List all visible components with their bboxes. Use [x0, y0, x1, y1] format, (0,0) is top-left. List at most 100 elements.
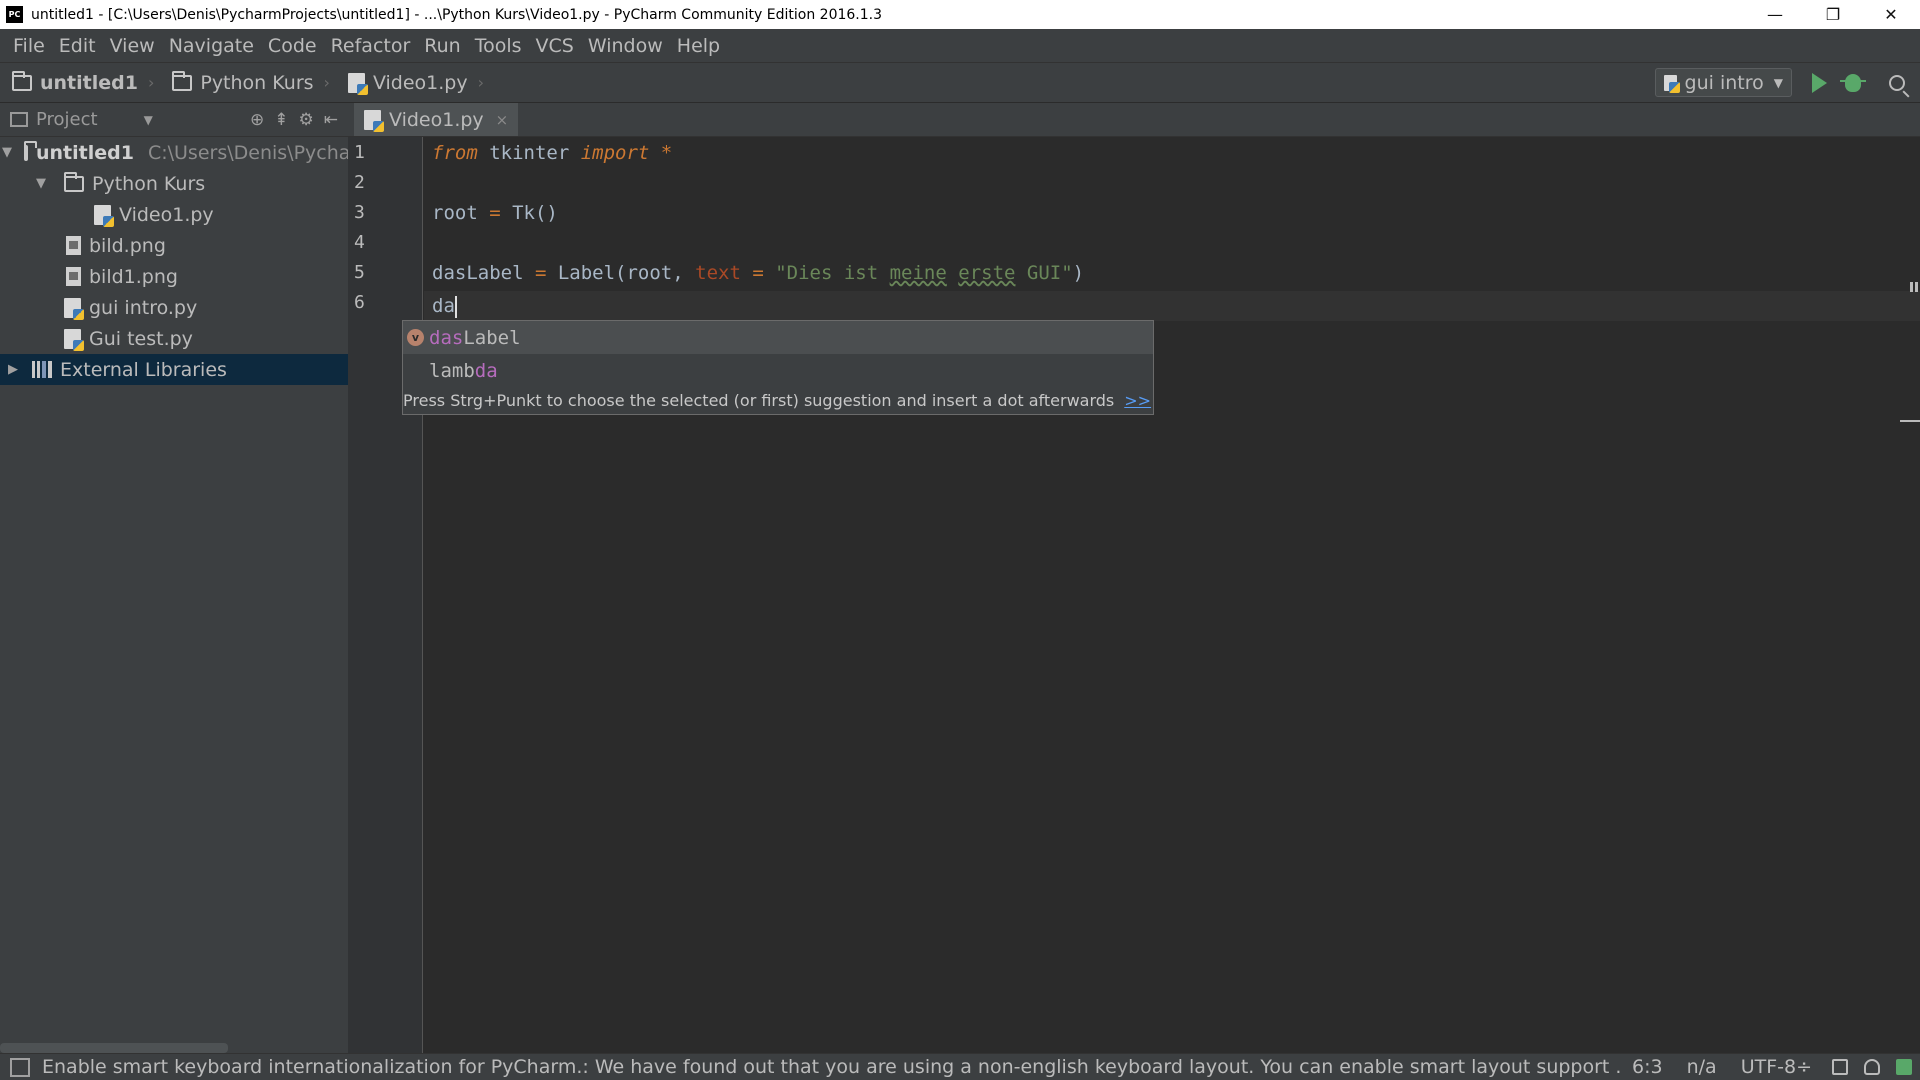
- gear-icon[interactable]: ⚙: [299, 110, 314, 130]
- tree-item-bild1[interactable]: bild1.png: [0, 261, 348, 292]
- line-number: 6: [354, 292, 365, 313]
- project-panel-header: Project ▼ ⊕ ⇞ ⚙ ⇤: [0, 103, 348, 137]
- tree-item-untitled1[interactable]: ▼ untitled1 C:\Users\Denis\PycharmProjec…: [0, 137, 348, 168]
- menu-navigate[interactable]: Navigate: [162, 35, 261, 57]
- project-tool-window: Project ▼ ⊕ ⇞ ⚙ ⇤ ▼ untitled1 C:\Users\D…: [0, 103, 348, 1053]
- menu-code[interactable]: Code: [261, 35, 324, 57]
- status-message[interactable]: Enable smart keyboard internationalizati…: [42, 1056, 1620, 1078]
- expanded-arrow-icon[interactable]: ▼: [2, 145, 12, 160]
- close-window-button[interactable]: ✕: [1862, 0, 1920, 29]
- tab-video1[interactable]: Video1.py ×: [354, 103, 519, 136]
- caret-position[interactable]: 6:3: [1620, 1056, 1675, 1078]
- status-bar: Enable smart keyboard internationalizati…: [0, 1053, 1920, 1080]
- collapse-all-icon[interactable]: ⇞: [274, 110, 288, 130]
- pycharm-logo-icon: PC: [6, 6, 23, 23]
- project-view-icon: [10, 112, 28, 127]
- tree-item-bild[interactable]: bild.png: [0, 230, 348, 261]
- line-number: 4: [354, 232, 365, 253]
- window-title: untitled1 - [C:\Users\Denis\PycharmProje…: [31, 6, 883, 23]
- search-everywhere-button[interactable]: [1882, 68, 1912, 98]
- title-bar: PC untitled1 - [C:\Users\Denis\PycharmPr…: [0, 0, 1920, 29]
- chevron-right-icon: ›: [477, 73, 485, 92]
- completion-item-daslabel[interactable]: v das Label: [403, 321, 1153, 354]
- line-number: 1: [354, 142, 365, 163]
- menu-edit[interactable]: Edit: [52, 35, 103, 57]
- completion-more-link[interactable]: >>: [1124, 391, 1151, 410]
- tree-item-label: untitled1: [36, 141, 134, 164]
- python-file-icon: [1663, 74, 1680, 93]
- line-number: 3: [354, 202, 365, 223]
- current-line-highlight: [424, 291, 1920, 321]
- run-configuration-dropdown[interactable]: gui intro ▼: [1654, 68, 1792, 97]
- lock-icon[interactable]: [1832, 1059, 1848, 1075]
- completion-item-lambda[interactable]: lamb da: [403, 354, 1153, 387]
- menu-view[interactable]: View: [103, 35, 162, 57]
- folder-icon: [12, 70, 32, 91]
- locate-file-icon[interactable]: ⊕: [250, 110, 264, 130]
- menu-tools[interactable]: Tools: [468, 35, 529, 57]
- menu-help[interactable]: Help: [670, 35, 727, 57]
- breadcrumb-project[interactable]: untitled1 ›: [0, 70, 160, 94]
- menu-vcs[interactable]: VCS: [529, 35, 581, 57]
- menu-refactor[interactable]: Refactor: [324, 35, 418, 57]
- close-tab-icon[interactable]: ×: [496, 111, 509, 129]
- chevron-down-icon[interactable]: ▼: [144, 113, 153, 127]
- event-log-icon[interactable]: [1896, 1059, 1912, 1075]
- tree-item-python-kurs[interactable]: ▼ Python Kurs: [0, 168, 348, 199]
- breadcrumb-folder[interactable]: Python Kurs ›: [160, 70, 336, 94]
- menu-run[interactable]: Run: [417, 35, 467, 57]
- run-icon: [1811, 72, 1827, 93]
- code-editor[interactable]: 1 2 3 4 5 6 from tkinter import * root =…: [348, 137, 1920, 1053]
- debug-button[interactable]: [1838, 68, 1868, 98]
- file-encoding[interactable]: UTF-8÷: [1729, 1056, 1824, 1078]
- tree-item-label: bild.png: [89, 234, 166, 257]
- tree-item-label: bild1.png: [89, 265, 178, 288]
- tree-item-label: Gui test.py: [89, 327, 193, 350]
- image-file-icon: [66, 236, 81, 255]
- hide-panel-icon[interactable]: ⇤: [324, 110, 338, 130]
- tree-item-video1[interactable]: Video1.py: [0, 199, 348, 230]
- run-button[interactable]: [1804, 68, 1834, 98]
- breadcrumb-file[interactable]: Video1.py ›: [336, 72, 490, 95]
- tree-item-gui-intro[interactable]: gui intro.py: [0, 292, 348, 323]
- project-view-selector[interactable]: Project: [36, 109, 98, 130]
- hector-inspection-icon[interactable]: [1864, 1059, 1880, 1075]
- variable-icon: v: [407, 329, 424, 346]
- restore-button[interactable]: ❐: [1804, 0, 1862, 29]
- horizontal-scrollbar[interactable]: [0, 1043, 228, 1053]
- tool-windows-toggle-icon[interactable]: [10, 1057, 30, 1077]
- code-line-3[interactable]: root = Tk(): [432, 198, 558, 228]
- code-line-5[interactable]: dasLabel = Label(root, text = "Dies ist …: [432, 258, 1084, 288]
- line-number-gutter: 1 2 3 4 5 6: [348, 137, 423, 1053]
- search-icon: [1889, 74, 1905, 91]
- code-line-1[interactable]: from tkinter import *: [432, 138, 672, 168]
- line-number: 5: [354, 262, 365, 283]
- minimize-button[interactable]: —: [1746, 0, 1804, 29]
- tree-item-gui-test[interactable]: Gui test.py: [0, 323, 348, 354]
- image-file-icon: [66, 267, 81, 286]
- completion-hint-text: Press Strg+Punkt to choose the selected …: [403, 391, 1115, 410]
- menu-file[interactable]: File: [6, 35, 52, 57]
- code-completion-popup: v das Label lamb da Press Strg+Punkt to ch…: [402, 320, 1154, 415]
- inspection-status-icon[interactable]: [1908, 282, 1920, 294]
- expanded-arrow-icon[interactable]: ▼: [30, 176, 52, 191]
- error-stripe-marker[interactable]: [1900, 420, 1920, 422]
- python-file-icon: [94, 204, 114, 227]
- editor-tab-bar: Video1.py ×: [348, 103, 1920, 137]
- tree-item-external-libraries[interactable]: ▶ External Libraries: [0, 354, 348, 385]
- chevron-right-icon: ›: [147, 73, 155, 92]
- run-configuration-label: gui intro: [1684, 71, 1764, 94]
- python-file-icon: [64, 328, 84, 351]
- code-line-6[interactable]: da: [432, 291, 457, 321]
- chevron-down-icon: ▼: [1773, 75, 1783, 90]
- collapsed-arrow-icon[interactable]: ▶: [2, 362, 24, 377]
- line-number: 2: [354, 172, 365, 193]
- debug-bug-icon: [1840, 73, 1866, 92]
- tree-item-path: C:\Users\Denis\PycharmProjects\untitled1: [147, 141, 348, 164]
- tab-label: Video1.py: [389, 108, 484, 131]
- text-caret: [454, 295, 457, 318]
- python-file-icon: [347, 72, 368, 95]
- breadcrumb-label: untitled1: [40, 71, 138, 94]
- menu-window[interactable]: Window: [581, 35, 670, 57]
- line-separator[interactable]: n/a: [1675, 1056, 1729, 1078]
